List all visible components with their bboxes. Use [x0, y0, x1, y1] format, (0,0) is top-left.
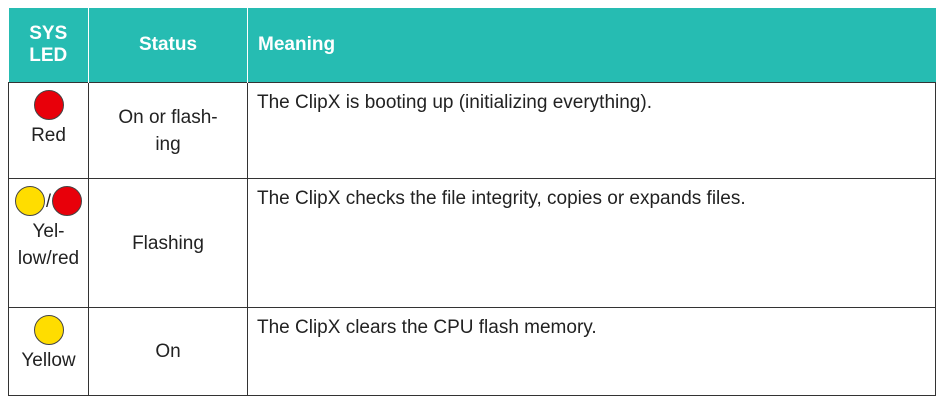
led-label: Yellow — [21, 350, 76, 371]
red-led-icon — [33, 90, 64, 120]
status-cell: Flashing — [88, 178, 248, 308]
led-cell: Red — [8, 82, 89, 179]
table-row: Yellow On The ClipX clears the CPU flash… — [8, 307, 936, 396]
red-led-icon — [52, 186, 82, 216]
led-label-line2: low/red — [17, 248, 80, 269]
status-cell: On or flash- ing — [88, 82, 248, 179]
header-sys-led-line2: LED — [29, 45, 68, 66]
header-meaning: Meaning — [247, 8, 936, 83]
led-label: Yel- low/red — [9, 218, 88, 272]
header-status: Status — [88, 8, 248, 83]
header-sys-led-line1: SYS — [29, 23, 68, 44]
led-separator: / — [45, 190, 51, 211]
header-sys-led: SYS LED — [8, 8, 89, 83]
meaning-cell: The ClipX is booting up (initializing ev… — [247, 82, 936, 179]
yellow-led-icon — [14, 186, 45, 216]
status-text-line1: On or flash- — [118, 106, 218, 128]
meaning-cell: The ClipX checks the file integrity, cop… — [247, 178, 936, 308]
led-label-line1: Yel- — [32, 221, 65, 242]
led-cell: / Yel- low/red — [8, 178, 89, 308]
status-text-line2: ing — [155, 133, 181, 155]
led-label: Red — [31, 125, 66, 146]
table-row: Red On or flash- ing The ClipX is bootin… — [8, 82, 936, 179]
sys-led-status-table: SYS LED Status Meaning Red On or flash- … — [8, 8, 936, 396]
meaning-cell: The ClipX clears the CPU flash memory. — [247, 307, 936, 396]
yellow-led-icon — [33, 315, 64, 345]
led-cell: Yellow — [8, 307, 89, 396]
table-row: / Yel- low/red Flashing The ClipX checks… — [8, 178, 936, 308]
table-header-row: SYS LED Status Meaning — [8, 8, 936, 83]
status-cell: On — [88, 307, 248, 396]
